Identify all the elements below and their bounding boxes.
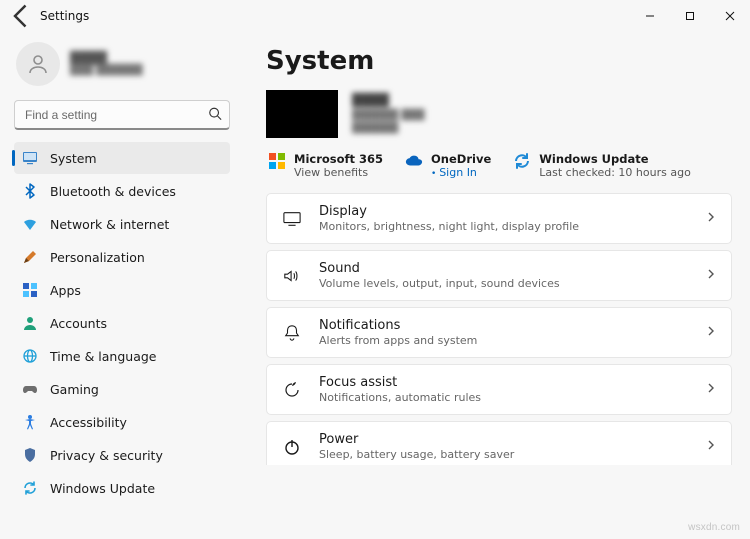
sidebar-item-label: Personalization (50, 250, 145, 265)
page-title: System (266, 46, 732, 76)
sidebar-item-label: Bluetooth & devices (50, 184, 176, 199)
system-icon (22, 150, 38, 166)
service-title: Windows Update (539, 152, 691, 166)
sidebar-item-label: System (50, 151, 97, 166)
card-power[interactable]: Power Sleep, battery usage, battery save… (266, 421, 732, 465)
account-sub: ███ ██████ (70, 65, 142, 77)
card-display[interactable]: Display Monitors, brightness, night ligh… (266, 193, 732, 244)
ms365-icon (268, 152, 286, 170)
sidebar-item-gaming[interactable]: Gaming (14, 373, 230, 405)
sidebar-item-label: Windows Update (50, 481, 155, 496)
service-ms365[interactable]: Microsoft 365 View benefits (268, 152, 383, 179)
sidebar-item-accounts[interactable]: Accounts (14, 307, 230, 339)
service-sub[interactable]: • Sign In (431, 166, 491, 179)
close-button[interactable] (710, 0, 750, 32)
device-row: ████ ██████ ███ ██████ (266, 90, 732, 138)
sidebar: ████ ███ ██████ System Bluetooth & dev (0, 32, 240, 539)
service-title: OneDrive (431, 152, 491, 166)
focus-assist-icon (281, 379, 303, 401)
sidebar-nav: System Bluetooth & devices Network & int… (14, 142, 230, 504)
search-box[interactable] (14, 100, 230, 130)
windows-update-icon (22, 480, 38, 496)
sidebar-item-label: Apps (50, 283, 81, 298)
sidebar-item-apps[interactable]: Apps (14, 274, 230, 306)
accounts-icon (22, 315, 38, 331)
power-icon (281, 436, 303, 458)
titlebar: Settings (0, 0, 750, 32)
sound-icon (281, 265, 303, 287)
card-notifications[interactable]: Notifications Alerts from apps and syste… (266, 307, 732, 358)
sidebar-item-bluetooth[interactable]: Bluetooth & devices (14, 175, 230, 207)
network-icon (22, 216, 38, 232)
onedrive-icon (405, 152, 423, 170)
device-image (266, 90, 338, 138)
time-language-icon (22, 348, 38, 364)
sidebar-item-accessibility[interactable]: Accessibility (14, 406, 230, 438)
chevron-right-icon (705, 382, 717, 397)
card-sub: Monitors, brightness, night light, displ… (319, 220, 689, 233)
main-panel: System ████ ██████ ███ ██████ Microsoft … (240, 32, 750, 539)
card-title: Focus assist (319, 375, 689, 390)
chevron-right-icon (705, 439, 717, 454)
sidebar-item-label: Time & language (50, 349, 156, 364)
card-title: Display (319, 204, 689, 219)
service-onedrive[interactable]: OneDrive • Sign In (405, 152, 491, 179)
accessibility-icon (22, 414, 38, 430)
chevron-right-icon (705, 268, 717, 283)
gaming-icon (22, 381, 38, 397)
windows-update-service-icon (513, 152, 531, 170)
card-title: Sound (319, 261, 689, 276)
settings-cards: Display Monitors, brightness, night ligh… (266, 193, 732, 465)
chevron-right-icon (705, 211, 717, 226)
display-icon (281, 208, 303, 230)
avatar (16, 42, 60, 86)
sidebar-item-personalization[interactable]: Personalization (14, 241, 230, 273)
window-title: Settings (36, 9, 89, 23)
sidebar-item-network[interactable]: Network & internet (14, 208, 230, 240)
search-input[interactable] (14, 100, 230, 130)
sidebar-item-time-language[interactable]: Time & language (14, 340, 230, 372)
account-name: ████ (70, 51, 142, 65)
card-sound[interactable]: Sound Volume levels, output, input, soun… (266, 250, 732, 301)
card-sub: Notifications, automatic rules (319, 391, 689, 404)
search-icon (208, 107, 222, 124)
personalization-icon (22, 249, 38, 265)
back-button[interactable] (8, 2, 36, 30)
notifications-icon (281, 322, 303, 344)
bluetooth-icon (22, 183, 38, 199)
card-sub: Volume levels, output, input, sound devi… (319, 277, 689, 290)
service-title: Microsoft 365 (294, 152, 383, 166)
card-title: Notifications (319, 318, 689, 333)
maximize-button[interactable] (670, 0, 710, 32)
sidebar-item-windows-update[interactable]: Windows Update (14, 472, 230, 504)
sidebar-item-label: Gaming (50, 382, 99, 397)
services-row: Microsoft 365 View benefits OneDrive • S… (266, 150, 732, 193)
sidebar-item-system[interactable]: System (14, 142, 230, 174)
account-header[interactable]: ████ ███ ██████ (14, 36, 230, 98)
card-sub: Alerts from apps and system (319, 334, 689, 347)
service-windows-update[interactable]: Windows Update Last checked: 10 hours ag… (513, 152, 691, 179)
card-focus-assist[interactable]: Focus assist Notifications, automatic ru… (266, 364, 732, 415)
sidebar-item-label: Accessibility (50, 415, 127, 430)
sidebar-item-privacy-security[interactable]: Privacy & security (14, 439, 230, 471)
sidebar-item-label: Privacy & security (50, 448, 163, 463)
sidebar-item-label: Accounts (50, 316, 107, 331)
card-sub: Sleep, battery usage, battery saver (319, 448, 689, 461)
chevron-right-icon (705, 325, 717, 340)
privacy-security-icon (22, 447, 38, 463)
service-sub: Last checked: 10 hours ago (539, 166, 691, 179)
service-sub: View benefits (294, 166, 383, 179)
sidebar-item-label: Network & internet (50, 217, 169, 232)
device-info: ████ ██████ ███ ██████ (352, 93, 424, 135)
account-names: ████ ███ ██████ (70, 51, 142, 77)
apps-icon (22, 282, 38, 298)
minimize-button[interactable] (630, 0, 670, 32)
card-title: Power (319, 432, 689, 447)
